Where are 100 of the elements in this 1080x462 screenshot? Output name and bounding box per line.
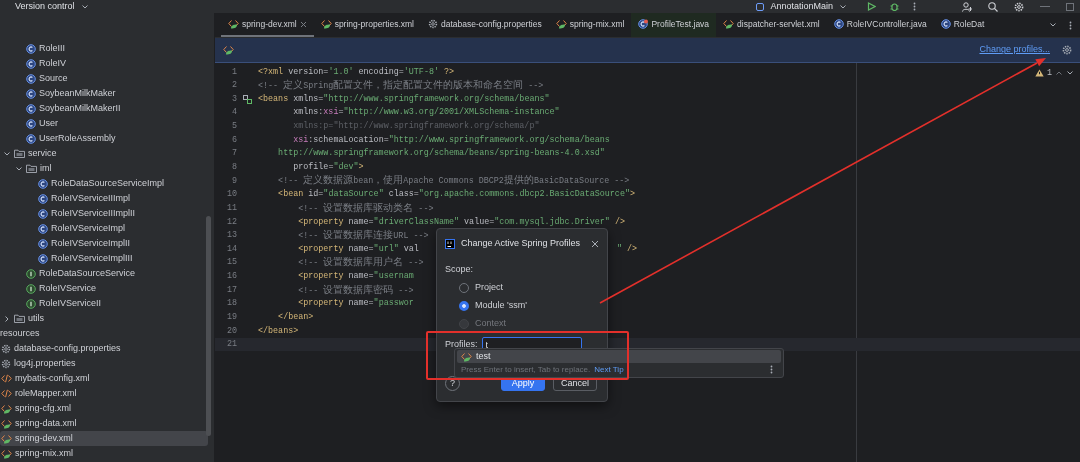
tree-item[interactable]: RoleIVServiceImplIII: [0, 251, 208, 266]
minimize-icon[interactable]: [1040, 5, 1050, 8]
tree-item[interactable]: SoybeanMilkMakerII: [0, 101, 208, 116]
scope-label: Scope:: [445, 263, 475, 276]
code-file-icon: [1, 389, 12, 398]
class-icon: [26, 88, 36, 99]
code-line: xmlns:p="http://www.springframework.org/schema/p": [292, 120, 540, 133]
chevron-down-icon[interactable]: [80, 2, 89, 11]
radio-button[interactable]: [459, 300, 469, 311]
settings-icon[interactable]: [1014, 1, 1024, 12]
chevron-down-icon[interactable]: [1049, 21, 1057, 29]
tree-item[interactable]: RoleIVServiceIIImplII: [0, 206, 208, 221]
maximize-icon[interactable]: [1066, 2, 1074, 11]
editor-tab[interactable]: spring-mix.xml: [548, 13, 632, 37]
app-logo-icon: [445, 239, 455, 249]
tree-item[interactable]: RoleIV: [0, 56, 208, 71]
spring-file-icon: [1, 403, 12, 414]
tree-item[interactable]: roleMapper.xml: [0, 386, 208, 401]
kebab-menu-icon[interactable]: [913, 2, 916, 11]
class-icon: [38, 208, 48, 219]
code-line: <?xml version='1.0' encoding='UTF-8' ?>: [258, 65, 455, 79]
tree-item[interactable]: spring-data.xml: [0, 416, 208, 431]
tree-item[interactable]: spring-dev.xml: [0, 431, 208, 446]
chevron-right-icon[interactable]: [3, 314, 11, 323]
tree-item[interactable]: log4j.properties: [0, 356, 208, 371]
tree-item[interactable]: database-config.properties: [0, 341, 208, 356]
class-icon: [38, 253, 48, 264]
settings-icon[interactable]: [1062, 45, 1072, 55]
chevron-down-icon[interactable]: [839, 2, 847, 11]
line-number: 15: [225, 256, 237, 270]
tree-item[interactable]: service: [0, 146, 208, 161]
editor-tab[interactable]: database-config.properties: [421, 13, 549, 37]
line-number: 8: [230, 161, 237, 174]
line-number: 19: [225, 311, 237, 324]
chevron-down-icon[interactable]: [3, 149, 11, 158]
spring-file-icon: [228, 19, 239, 29]
run-icon[interactable]: [867, 2, 876, 11]
dialog-title: Change Active Spring Profiles: [461, 237, 582, 251]
tree-item[interactable]: RoleIVServiceIIImpl: [0, 191, 208, 206]
editor-tab[interactable]: dispatcher-servlet.xml: [716, 13, 827, 37]
tree-item[interactable]: utils: [0, 311, 208, 326]
spring-file-icon: [320, 19, 332, 29]
tree-item[interactable]: SoybeanMilkMaker: [0, 86, 208, 101]
line-number: 13: [225, 229, 237, 242]
kebab-menu-icon[interactable]: [1069, 20, 1072, 30]
next-tip-link[interactable]: Next Tip: [594, 363, 624, 376]
folder-icon: [26, 164, 37, 173]
tree-item[interactable]: mybatis-config.xml: [0, 371, 208, 386]
line-number: 10: [225, 188, 237, 201]
code-line: <!-- 设置数据库用户名 -->: [297, 255, 424, 271]
tree-item[interactable]: RoleIVServiceImpl: [0, 221, 208, 236]
tree-item[interactable]: RoleDataSourceServiceImpl: [0, 176, 208, 191]
line-number: 2: [230, 79, 237, 92]
tree-item[interactable]: RoleDataSourceService: [0, 266, 208, 281]
bean-gutter-icon[interactable]: [243, 94, 252, 104]
search-icon[interactable]: [988, 1, 998, 12]
run-config-selector[interactable]: AnnotationMain: [770, 0, 833, 14]
completion-item[interactable]: test: [457, 350, 781, 363]
tree-item[interactable]: spring-mix.xml: [0, 446, 208, 461]
class-icon: [26, 118, 36, 129]
tree-item[interactable]: RoleIII: [0, 41, 208, 56]
code-line: <bean id="dataSource" class="org.apache.commons.dbcp2.BasicDataSource">: [277, 188, 635, 201]
tree-item[interactable]: RoleIVServiceImplII: [0, 236, 208, 251]
editor-tab[interactable]: RoleDat: [933, 13, 992, 37]
code-line: <!-- 定义Spring配置文件，指定配置文件的版本和命名空间 -->: [258, 78, 544, 93]
line-number: 7: [230, 147, 237, 160]
code-line: <property name="url" val: [297, 242, 419, 256]
code-line: <!-- 定义数据源bean，使用Apache Commons DBCP2提供的BasicDataSource -->: [277, 173, 630, 189]
editor-tab[interactable]: RoleIVController.java: [826, 13, 934, 37]
editor-tab[interactable]: spring-properties.xml: [313, 13, 421, 37]
code-line: <property name="driverClassName" value="com.mysql.jdbc.Driver" />: [297, 215, 625, 229]
chevron-down-icon[interactable]: [15, 164, 23, 173]
warning-icon: [1034, 69, 1044, 78]
bug-icon[interactable]: [890, 2, 899, 11]
radio-label: Project: [475, 280, 503, 294]
tree-item[interactable]: spring-cfg.xml: [0, 401, 208, 416]
code-line: <beans xmlns="http://www.springframework.org/schema/beans": [258, 92, 550, 106]
class-icon: [26, 73, 36, 84]
project-widget[interactable]: Version control: [15, 0, 75, 14]
tree-item[interactable]: RoleIVServiceII: [0, 296, 208, 311]
spring-file-icon: [723, 19, 735, 29]
problem-count[interactable]: 1: [1046, 67, 1052, 80]
change-profiles-link[interactable]: Change profiles...: [979, 43, 1050, 57]
tree-item[interactable]: resources: [0, 326, 208, 341]
kebab-menu-icon[interactable]: [770, 365, 773, 374]
code-line: </bean>: [277, 311, 314, 324]
scrollbar-thumb[interactable]: [206, 216, 211, 436]
tree-item[interactable]: UserRoleAssembly: [0, 131, 208, 146]
editor-tab[interactable]: ProfileTest.java: [631, 13, 717, 37]
class-icon: [38, 223, 48, 234]
line-number: 5: [230, 120, 237, 133]
tree-item[interactable]: RoleIVService: [0, 281, 208, 296]
code-line: http://www.springframework.org/schema/beans/spring-beans-4.0.xsd": [277, 147, 605, 160]
add-user-icon[interactable]: [962, 1, 972, 12]
tree-item[interactable]: User: [0, 116, 208, 131]
tree-item[interactable]: iml: [0, 161, 208, 176]
close-icon[interactable]: [591, 240, 599, 248]
close-icon[interactable]: [299, 20, 307, 28]
code-line: <!-- 设置数据库连接URL -->: [297, 228, 429, 243]
tree-item[interactable]: Source: [0, 71, 208, 86]
